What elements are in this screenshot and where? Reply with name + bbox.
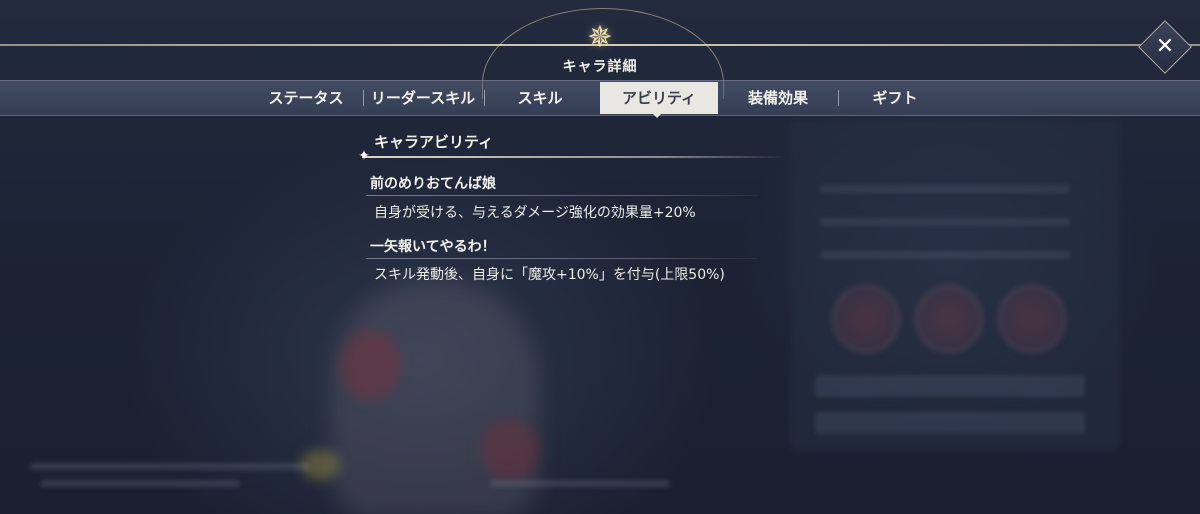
character-detail-screen: ✵ キャラ詳細 ✕ ステータス リーダースキル スキル アビリティ 装備効果 ギ… [0,0,1200,514]
active-tab-pointer [652,113,662,118]
ability-divider [366,195,758,196]
compass-star-icon: ✵ [587,20,613,55]
section-divider [362,156,788,158]
tab-leader-skill[interactable]: リーダースキル [364,81,482,115]
tab-equipment-effect[interactable]: 装備効果 [728,81,828,115]
background-text [490,480,670,487]
ability-description: スキル発動後、自身に「魔攻+10%」を付与(上限50%) [374,267,725,283]
background-row [820,185,1070,193]
background-decoration [340,330,400,400]
background-text [30,463,310,470]
tab-divider [484,90,485,106]
tab-gift[interactable]: ギフト [845,81,945,115]
ability-divider [366,258,758,259]
background-text [40,480,240,487]
tab-divider [838,90,839,106]
section-title: キャラアビリティ [374,133,494,151]
background-row [820,251,1070,259]
background-decoration [480,420,540,480]
ability-description: 自身が受ける、与えるダメージ強化の効果量+20% [374,205,696,221]
tab-status[interactable]: ステータス [256,81,356,115]
close-icon[interactable]: ✕ [1146,28,1184,66]
ability-name: 前のめりおてんば娘 [370,176,496,192]
background-button [815,375,1085,397]
background-portrait [915,285,983,353]
sparkle-icon: ✦ [358,148,370,164]
tab-bar: ステータス リーダースキル スキル アビリティ 装備効果 ギフト [0,80,1200,116]
background-portrait [998,285,1066,353]
background-button [815,412,1085,434]
background-row [820,218,1070,226]
ability-name: 一矢報いてやるわ！ [370,239,496,255]
tab-ability[interactable]: アビリティ [600,82,718,114]
page-title: キャラ詳細 [562,59,638,75]
tab-skill[interactable]: スキル [490,81,590,115]
background-portrait [832,285,900,353]
